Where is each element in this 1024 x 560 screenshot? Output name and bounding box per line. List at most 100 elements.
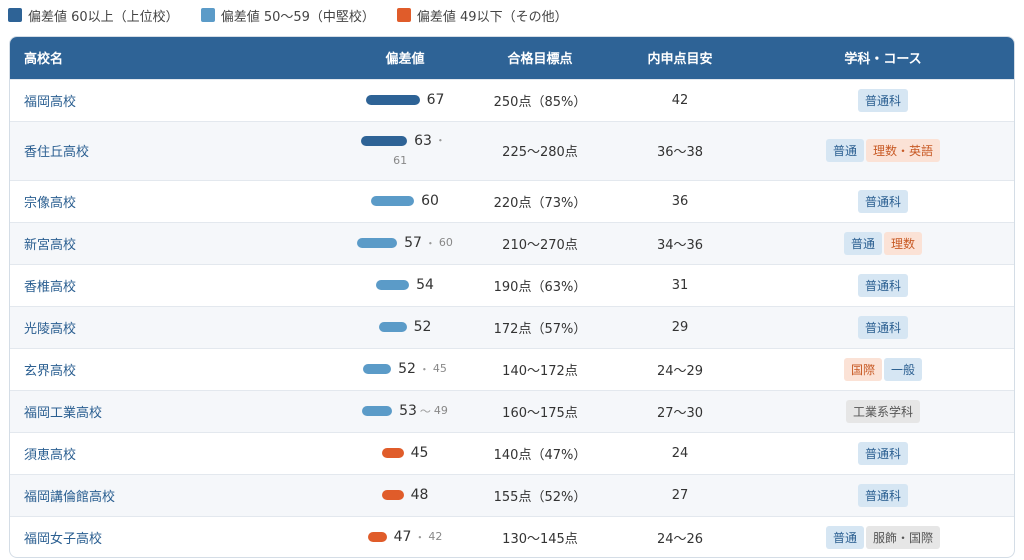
deviation-main: 45 — [410, 444, 429, 461]
deviation-main: 54 — [416, 276, 434, 293]
school-name-link[interactable]: 福岡講倫館高校 — [10, 474, 340, 516]
school-name-link[interactable]: 香椎高校 — [10, 264, 340, 306]
deviation-main: 52 — [413, 318, 432, 335]
deviation-bar — [362, 405, 393, 416]
naishin-score: 27 — [671, 487, 689, 503]
course-tag: 一般 — [884, 357, 923, 381]
deviation-cell: 45 — [340, 432, 470, 474]
legend-label-low: 偏差値 49以下（その他） — [416, 9, 568, 25]
deviation-main-line: 54 — [376, 277, 434, 293]
course-cell: 普通 服飾・国際 — [750, 516, 1014, 557]
course-cell: 普通科 — [750, 474, 1014, 516]
header-school-name: 高校名 — [24, 52, 64, 68]
deviation-main: 53 — [399, 402, 417, 419]
naishin-score: 36〜38 — [656, 145, 704, 160]
table-row[interactable]: 福岡工業高校 53 〜 49 160〜175点 27〜30 工業系学科 — [10, 390, 1014, 432]
school-table: 高校名 偏差値 合格目標点 内申点目安 学科・コース 福岡高校 67 250点（85… — [10, 37, 1014, 557]
header-target-score: 合格目標点 — [507, 52, 573, 68]
deviation-cell: 52 — [340, 306, 470, 348]
target-score: 160〜175点 — [502, 405, 578, 421]
school-name-link[interactable]: 福岡工業高校 — [10, 390, 340, 432]
course-tag: 普通科 — [857, 315, 908, 339]
target-score: 155点（52%） — [493, 489, 587, 505]
deviation-sub: 42 — [428, 530, 443, 544]
school-name-link[interactable]: 福岡高校 — [10, 79, 340, 121]
table-row[interactable]: 福岡講倫館高校 48 155点（52%） 27 普通科 — [10, 474, 1014, 516]
naishin-score: 24〜26 — [656, 531, 704, 547]
deviation-value-group: 54 — [376, 277, 434, 293]
school-name-link[interactable]: 玄界高校 — [10, 348, 340, 390]
deviation-main: 47 — [393, 528, 412, 545]
course-cell: 普通 理数・英語 — [750, 121, 1014, 180]
legend-label-top: 偏差値 60以上（上位校） — [28, 9, 179, 25]
deviation-main-line: 48 — [381, 487, 428, 503]
deviation-main: 63 — [414, 132, 432, 149]
legend-item-mid: 偏差値 50〜59（中堅校） — [200, 6, 375, 25]
deviation-main: 52 — [398, 360, 416, 377]
deviation-main: 60 — [421, 192, 439, 209]
course-tag: 普通科 — [857, 483, 908, 507]
deviation-cell: 63 ・ 61 — [340, 121, 470, 180]
school-name-link[interactable]: 新宮高校 — [10, 222, 340, 264]
deviation-separator: ・ — [424, 236, 436, 250]
naishin-score: 29 — [671, 319, 689, 335]
target-score: 190点（63%） — [493, 279, 587, 295]
table-row[interactable]: 香住丘高校 63 ・ 61 225〜280点 36〜38 普通 理数・英語 — [10, 121, 1014, 180]
school-table-card: 高校名 偏差値 合格目標点 内申点目安 学科・コース 福岡高校 67 250点（85… — [9, 36, 1015, 558]
table-row[interactable]: 宗像高校 60 220点（73%） 36 普通科 — [10, 180, 1014, 222]
table-row[interactable]: 福岡女子高校 47 ・ 42 130〜145点 24〜26 普通 服飾・国際 — [10, 516, 1014, 557]
course-tag: 普通 — [825, 525, 864, 549]
deviation-main-line: 52 — [378, 318, 432, 335]
legend-label-mid: 偏差値 50〜59（中堅校） — [220, 9, 375, 25]
deviation-bar — [371, 195, 415, 206]
table-row[interactable]: 須恵高校 45 140点（47%） 24 普通科 — [10, 432, 1014, 474]
deviation-cell: 47 ・ 42 — [340, 516, 470, 557]
school-name-link[interactable]: 香住丘高校 — [10, 121, 340, 180]
deviation-separator: ・ — [418, 362, 430, 376]
deviation-cell: 52 ・ 45 — [340, 348, 470, 390]
course-cell: 普通 理数 — [750, 222, 1014, 264]
deviation-value-group: 52 ・ 45 — [363, 361, 447, 377]
deviation-bar — [381, 447, 404, 458]
header-naishin: 内申点目安 — [647, 52, 713, 68]
course-cell: 普通科 — [750, 264, 1014, 306]
deviation-main: 67 — [426, 91, 445, 108]
deviation-bar — [357, 237, 398, 248]
table-row[interactable]: 光陵高校 52 172点（57%） 29 普通科 — [10, 306, 1014, 348]
course-tag: 国際 — [843, 357, 882, 381]
course-cell: 普通科 — [750, 306, 1014, 348]
school-name-link[interactable]: 福岡女子高校 — [10, 516, 340, 557]
deviation-separator: 〜 — [419, 404, 431, 418]
deviation-bar — [365, 94, 420, 105]
deviation-separator: ・ — [434, 133, 446, 147]
table-row[interactable]: 福岡高校 67 250点（85%） 42 普通科 — [10, 79, 1014, 121]
school-name-link[interactable]: 須恵高校 — [10, 432, 340, 474]
deviation-sub: 45 — [432, 362, 447, 375]
deviation-value-group: 63 ・ 61 — [361, 132, 449, 170]
naishin-score: 31 — [671, 277, 689, 293]
deviation-cell: 54 — [340, 264, 470, 306]
school-name-link[interactable]: 光陵高校 — [10, 306, 340, 348]
course-tag: 普通科 — [857, 441, 908, 465]
deviation-value-group: 67 — [365, 91, 445, 108]
table-row[interactable]: 新宮高校 57 ・ 60 210〜270点 34〜36 普通 理数 — [10, 222, 1014, 264]
deviation-sub: 49 — [433, 404, 448, 417]
legend: 偏差値 60以上（上位校） 偏差値 50〜59（中堅校） 偏差値 49以下（その… — [8, 6, 590, 25]
course-tag: 理数・英語 — [866, 139, 941, 162]
legend-swatch-mid — [200, 8, 215, 22]
deviation-sub: 60 — [438, 236, 453, 249]
table-row[interactable]: 玄界高校 52 ・ 45 140〜172点 24〜29 国際 一般 — [10, 348, 1014, 390]
course-tag: 普通 — [843, 231, 882, 255]
table-header: 高校名 偏差値 合格目標点 内申点目安 学科・コース — [10, 37, 1014, 79]
table-row[interactable]: 香椎高校 54 190点（63%） 31 普通科 — [10, 264, 1014, 306]
deviation-cell: 48 — [340, 474, 470, 516]
course-tag: 服飾・国際 — [866, 525, 941, 549]
school-name-link[interactable]: 宗像高校 — [10, 180, 340, 222]
naishin-score: 27〜30 — [656, 405, 704, 421]
naishin-score: 24 — [671, 445, 689, 461]
deviation-main-line: 52 ・ 45 — [363, 361, 447, 377]
deviation-main-line: 63 ・ — [361, 132, 449, 150]
deviation-main: 57 — [404, 234, 422, 251]
deviation-value-group: 47 ・ 42 — [367, 528, 443, 545]
deviation-value-group: 45 — [381, 444, 429, 461]
